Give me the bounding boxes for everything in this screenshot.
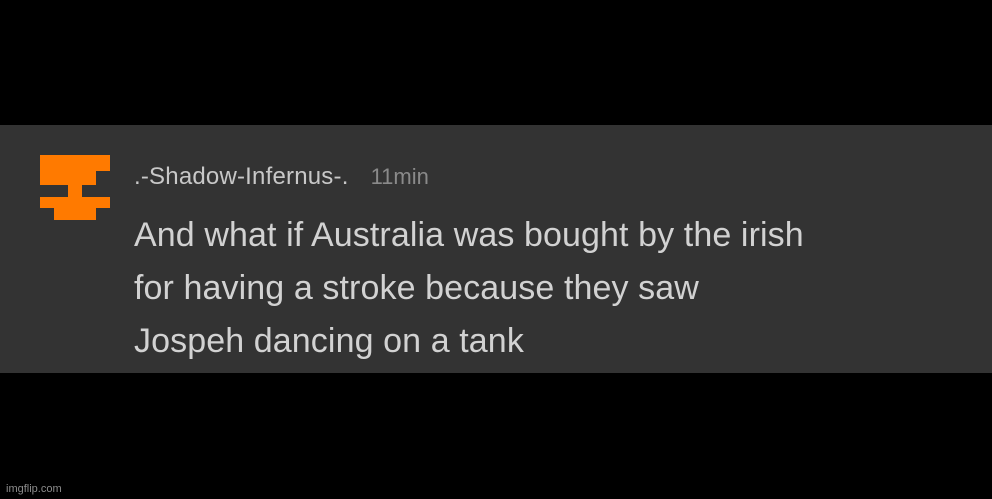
timestamp: 11min: [370, 164, 429, 189]
comment-text: And what if Australia was bought by the …: [134, 216, 804, 360]
pixel-face-icon: [40, 155, 110, 220]
comment-card: .-Shadow-Infernus-. 11min And what if Au…: [0, 125, 992, 373]
avatar[interactable]: [40, 155, 110, 220]
username[interactable]: .-Shadow-Infernus-.: [134, 163, 349, 191]
comment-meta: .-Shadow-Infernus-. 11min: [134, 163, 429, 195]
imgflip-watermark: imgflip.com: [6, 483, 62, 495]
